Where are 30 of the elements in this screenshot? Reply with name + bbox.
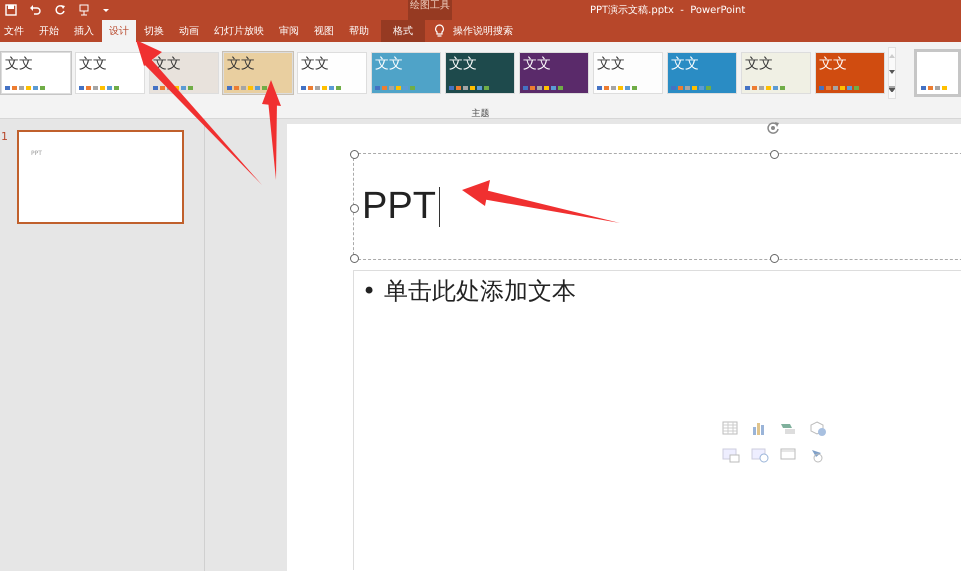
slide-number: 1 — [0, 130, 9, 143]
slide-title: PPT — [362, 185, 436, 228]
ribbon-tab[interactable]: 帮助 — [342, 20, 376, 42]
context-group-label: 绘图工具 — [408, 0, 452, 20]
theme-thumbnail[interactable]: 文文 — [1, 52, 71, 94]
body-placeholder-text: • 单击此处添加文本 — [362, 277, 576, 305]
theme-thumbnail[interactable]: 文文 — [593, 52, 663, 94]
ribbon-tab[interactable]: 文件 — [0, 20, 31, 42]
body-placeholder[interactable]: • 单击此处添加文本 — [353, 270, 961, 570]
ribbon-tab[interactable]: 审阅 — [272, 20, 306, 42]
theme-thumbnail[interactable]: 文文 — [223, 52, 293, 94]
theme-thumbnail[interactable]: 文文 — [297, 52, 367, 94]
group-label: 主题 — [472, 108, 490, 120]
theme-thumbnail[interactable]: 文文 — [741, 52, 811, 94]
ribbon-tab[interactable]: 设计 — [102, 20, 136, 42]
ribbon-tab[interactable]: 幻灯片放映 — [207, 20, 271, 42]
theme-thumbnail[interactable]: 文文 — [667, 52, 737, 94]
theme-thumbnail[interactable]: 文文 — [815, 52, 885, 94]
ribbon-tab[interactable]: 开始 — [32, 20, 66, 42]
window-title: PPT演示文稿.pptx - PowerPoint — [590, 4, 746, 17]
ribbon-tab[interactable]: 插入 — [67, 20, 101, 42]
theme-thumbnail[interactable]: 文文 — [445, 52, 515, 94]
ribbon-tab[interactable]: 动画 — [172, 20, 206, 42]
theme-thumbnail[interactable]: 文文 — [75, 52, 145, 94]
ribbon-tab[interactable]: 视图 — [307, 20, 341, 42]
theme-thumbnail[interactable]: 文文 — [371, 52, 441, 94]
theme-thumbnail[interactable]: 文文 — [519, 52, 589, 94]
ribbon-tab[interactable]: 切换 — [137, 20, 171, 42]
ribbon-tab[interactable]: 格式 — [381, 20, 425, 42]
tell-me-field[interactable]: 操作说明搜索 — [451, 24, 545, 38]
